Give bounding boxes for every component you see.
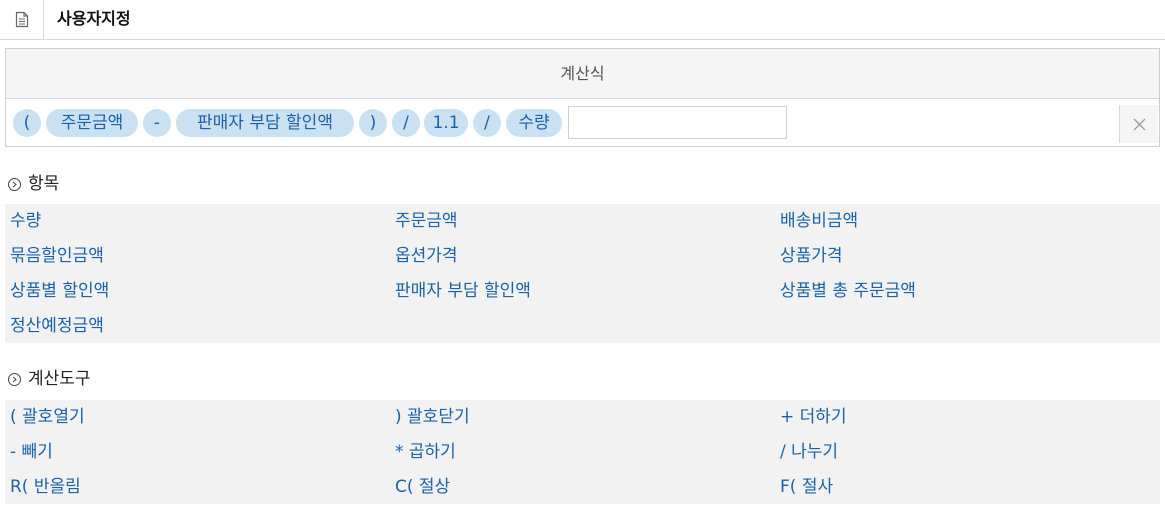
items-section-title: 항목: [8, 173, 59, 195]
formula-token[interactable]: -: [143, 109, 171, 137]
tool-link[interactable]: F( 절사: [780, 475, 833, 499]
formula-token[interactable]: 주문금액: [46, 109, 138, 137]
page-header: 사용자지정: [0, 0, 1165, 40]
item-link[interactable]: 수량: [10, 209, 41, 233]
formula-token[interactable]: 수량: [506, 109, 562, 137]
tool-link[interactable]: - 빼기: [10, 440, 53, 464]
formula-token[interactable]: 판매자 부담 할인액: [176, 109, 354, 137]
items-grid: 수량 주문금액 배송비금액 묶음할인금액 옵션가격 상품가격 상품별 할인액 판…: [5, 204, 1160, 343]
formula-token[interactable]: 1.1: [424, 109, 468, 137]
tool-link[interactable]: + 더하기: [780, 405, 847, 429]
formula-input[interactable]: [568, 106, 787, 139]
item-link[interactable]: 주문금액: [395, 209, 458, 233]
item-link[interactable]: 옵션가격: [395, 244, 458, 268]
chevron-circle-icon: [8, 372, 21, 386]
formula-heading: 계산식: [6, 49, 1159, 99]
chevron-circle-icon: [8, 177, 21, 191]
formula-token[interactable]: ): [359, 109, 387, 137]
items-section-label: 항목: [28, 174, 60, 194]
page-title: 사용자지정: [57, 9, 131, 28]
tool-link[interactable]: / 나누기: [780, 440, 838, 464]
item-link[interactable]: 상품별 총 주문금액: [780, 279, 916, 303]
tool-link[interactable]: * 곱하기: [395, 440, 456, 464]
item-link[interactable]: 상품별 할인액: [10, 279, 109, 303]
document-icon: [15, 11, 28, 28]
tool-link[interactable]: C( 절상: [395, 475, 450, 499]
tool-link[interactable]: ) 괄호닫기: [395, 405, 470, 429]
item-link[interactable]: 상품가격: [780, 244, 843, 268]
item-link[interactable]: 배송비금액: [780, 209, 858, 233]
close-icon: [1133, 118, 1145, 130]
formula-row: ( 주문금액 - 판매자 부담 할인액 ) / 1.1 / 수량: [6, 99, 1159, 147]
formula-token[interactable]: (: [13, 109, 41, 137]
tool-link[interactable]: ( 괄호열기: [10, 405, 85, 429]
tool-link[interactable]: R( 반올림: [10, 475, 81, 499]
formula-panel: 계산식 ( 주문금액 - 판매자 부담 할인액 ) / 1.1 / 수량: [5, 48, 1160, 147]
clear-button[interactable]: [1119, 105, 1158, 143]
formula-token[interactable]: /: [473, 109, 501, 137]
item-link[interactable]: 묶음할인금액: [10, 244, 104, 268]
tools-grid: ( 괄호열기 ) 괄호닫기 + 더하기 - 빼기 * 곱하기 / 나누기 R( …: [5, 400, 1160, 504]
item-link[interactable]: 판매자 부담 할인액: [395, 279, 531, 303]
tools-section-title: 계산도구: [8, 368, 91, 390]
formula-token[interactable]: /: [392, 109, 420, 137]
document-button[interactable]: [0, 0, 44, 39]
tools-section-label: 계산도구: [28, 369, 91, 389]
item-link[interactable]: 정산예정금액: [10, 314, 104, 338]
